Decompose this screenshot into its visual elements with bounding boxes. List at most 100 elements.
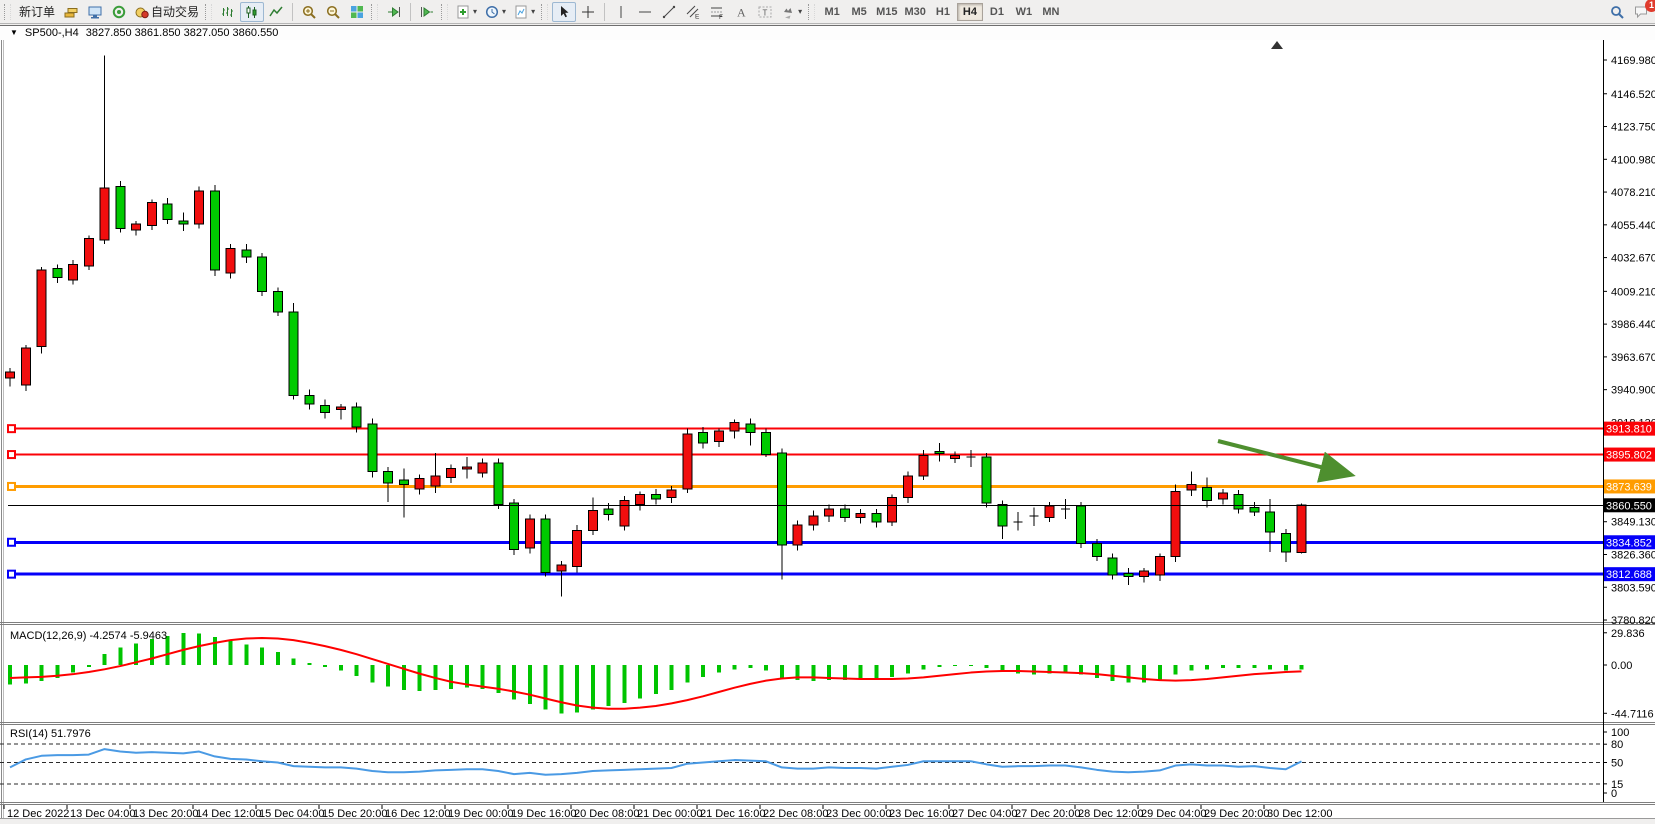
timeframe-button-h4[interactable]: H4 bbox=[957, 3, 983, 21]
auto-trading-button[interactable]: 自动交易 bbox=[131, 2, 203, 22]
svg-text:100: 100 bbox=[1611, 727, 1629, 739]
new-order-button[interactable]: 新订单 bbox=[15, 2, 59, 22]
svg-text:3834.852: 3834.852 bbox=[1606, 537, 1652, 549]
horizontal-line-tool-button[interactable] bbox=[633, 2, 657, 22]
svg-text:80: 80 bbox=[1611, 739, 1623, 751]
toolbar-grip bbox=[441, 4, 448, 20]
toolbar-separator bbox=[292, 3, 293, 21]
svg-text:3780.820: 3780.820 bbox=[1611, 615, 1655, 627]
arrows-icon bbox=[781, 5, 795, 19]
notification-badge: 1 bbox=[1645, 0, 1655, 12]
timeframe-button-m5[interactable]: M5 bbox=[846, 3, 872, 21]
cursor-tool-button[interactable] bbox=[552, 2, 576, 22]
gold-bars-icon bbox=[64, 5, 78, 19]
svg-text:3913.810: 3913.810 bbox=[1606, 424, 1652, 436]
periods-button[interactable]: ▾ bbox=[481, 2, 510, 22]
auto-scroll-icon bbox=[387, 5, 401, 19]
fibonacci-icon: F bbox=[710, 5, 724, 19]
toolbar-grip bbox=[205, 4, 212, 20]
zoom-out-button[interactable] bbox=[321, 2, 345, 22]
fibonacci-tool-button[interactable]: F bbox=[705, 2, 729, 22]
svg-text:4032.670: 4032.670 bbox=[1611, 253, 1655, 265]
chart-ohlc-readout: 3827.850 3861.850 3827.050 3860.550 bbox=[86, 27, 279, 39]
ohlc-bars-icon bbox=[221, 5, 235, 19]
trendline-icon bbox=[662, 5, 676, 19]
timeframe-button-d1[interactable]: D1 bbox=[984, 3, 1010, 21]
chevron-down-icon: ▾ bbox=[473, 7, 477, 16]
svg-text:4123.750: 4123.750 bbox=[1611, 122, 1655, 134]
tile-windows-button[interactable] bbox=[345, 2, 369, 22]
timeframe-button-m15[interactable]: M15 bbox=[873, 3, 900, 21]
zoom-in-button[interactable] bbox=[297, 2, 321, 22]
auto-trading-icon bbox=[135, 5, 149, 19]
monitor-icon bbox=[88, 5, 102, 19]
svg-text:3860.550: 3860.550 bbox=[1606, 500, 1652, 512]
svg-text:3812.688: 3812.688 bbox=[1606, 569, 1652, 581]
svg-text:3803.590: 3803.590 bbox=[1611, 582, 1655, 594]
chart-symbol-period: SP500-,H4 bbox=[25, 27, 79, 39]
toolbar-separator bbox=[604, 3, 605, 21]
arrows-tool-button[interactable]: ▾ bbox=[777, 2, 806, 22]
svg-text:0.00: 0.00 bbox=[1611, 660, 1632, 672]
toolbar-separator bbox=[410, 3, 411, 21]
line-chart-button[interactable] bbox=[264, 2, 288, 22]
auto-trading-label: 自动交易 bbox=[151, 3, 199, 20]
bar-chart-button[interactable] bbox=[216, 2, 240, 22]
text-label-tool-button[interactable]: T bbox=[753, 2, 777, 22]
timeframe-button-w1[interactable]: W1 bbox=[1011, 3, 1037, 21]
chevron-down-icon: ▾ bbox=[502, 7, 506, 16]
candlestick-icon bbox=[245, 5, 259, 19]
equidistant-channel-icon: E bbox=[686, 5, 700, 19]
mt4-terminal-window: { "toolbar": { "new_order_label": "新订单",… bbox=[0, 0, 1655, 824]
strategy-navigator-button[interactable] bbox=[107, 2, 131, 22]
search-icon bbox=[1610, 5, 1624, 19]
chart-shift-button[interactable] bbox=[415, 2, 439, 22]
zoom-in-icon bbox=[302, 5, 316, 19]
crosshair-icon bbox=[581, 5, 595, 19]
svg-text:F: F bbox=[719, 14, 723, 19]
svg-text:T: T bbox=[763, 8, 768, 17]
signal-icon bbox=[112, 5, 126, 19]
auto-scroll-button[interactable] bbox=[382, 2, 406, 22]
svg-text:A: A bbox=[737, 5, 746, 19]
chart-dropdown-icon[interactable]: ▼ bbox=[10, 29, 18, 37]
text-label-icon: T bbox=[758, 5, 772, 19]
svg-text:3873.639: 3873.639 bbox=[1606, 481, 1652, 493]
chevron-down-icon: ▾ bbox=[531, 7, 535, 16]
svg-text:4100.980: 4100.980 bbox=[1611, 154, 1655, 166]
svg-text:50: 50 bbox=[1611, 758, 1623, 770]
trendline-tool-button[interactable] bbox=[657, 2, 681, 22]
timeframe-group: M1M5M15M30H1H4D1W1MN bbox=[819, 3, 1064, 21]
svg-text:4055.440: 4055.440 bbox=[1611, 220, 1655, 232]
line-chart-icon bbox=[269, 5, 283, 19]
horizontal-line-icon bbox=[638, 5, 652, 19]
timeframe-button-m1[interactable]: M1 bbox=[819, 3, 845, 21]
svg-text:-44.7116: -44.7116 bbox=[1611, 708, 1654, 720]
data-window-button[interactable] bbox=[83, 2, 107, 22]
toolbar: 新订单 自动交易 ▾ ▾ ▾ E F A T ▾ M1M5M15M30H1H4D… bbox=[0, 0, 1655, 24]
search-button[interactable] bbox=[1605, 2, 1629, 22]
indicators-button[interactable]: ▾ bbox=[452, 2, 481, 22]
vertical-line-tool-button[interactable] bbox=[609, 2, 633, 22]
timeframe-button-m30[interactable]: M30 bbox=[902, 3, 929, 21]
add-indicator-icon bbox=[456, 5, 470, 19]
svg-text:4009.210: 4009.210 bbox=[1611, 286, 1655, 298]
channel-tool-button[interactable]: E bbox=[681, 2, 705, 22]
svg-text:MACD(12,26,9) -4.2574 -5.9463: MACD(12,26,9) -4.2574 -5.9463 bbox=[10, 630, 167, 642]
timeframe-button-h1[interactable]: H1 bbox=[930, 3, 956, 21]
svg-text:E: E bbox=[695, 13, 700, 19]
text-tool-button[interactable]: A bbox=[729, 2, 753, 22]
community-chat-button[interactable]: 1 bbox=[1629, 2, 1653, 22]
clock-icon bbox=[485, 5, 499, 19]
timeframe-button-mn[interactable]: MN bbox=[1038, 3, 1064, 21]
svg-text:29.836: 29.836 bbox=[1611, 628, 1645, 640]
templates-button[interactable]: ▾ bbox=[510, 2, 539, 22]
toolbar-grip bbox=[808, 4, 815, 20]
svg-text:4169.980: 4169.980 bbox=[1611, 55, 1655, 67]
toolbar-grip bbox=[541, 4, 548, 20]
market-watch-button[interactable] bbox=[59, 2, 83, 22]
crosshair-tool-button[interactable] bbox=[576, 2, 600, 22]
svg-text:3986.440: 3986.440 bbox=[1611, 319, 1655, 331]
chart-canvas[interactable]: 4169.9804146.5204123.7504100.9804078.210… bbox=[0, 40, 1655, 824]
candle-chart-button[interactable] bbox=[240, 2, 264, 22]
